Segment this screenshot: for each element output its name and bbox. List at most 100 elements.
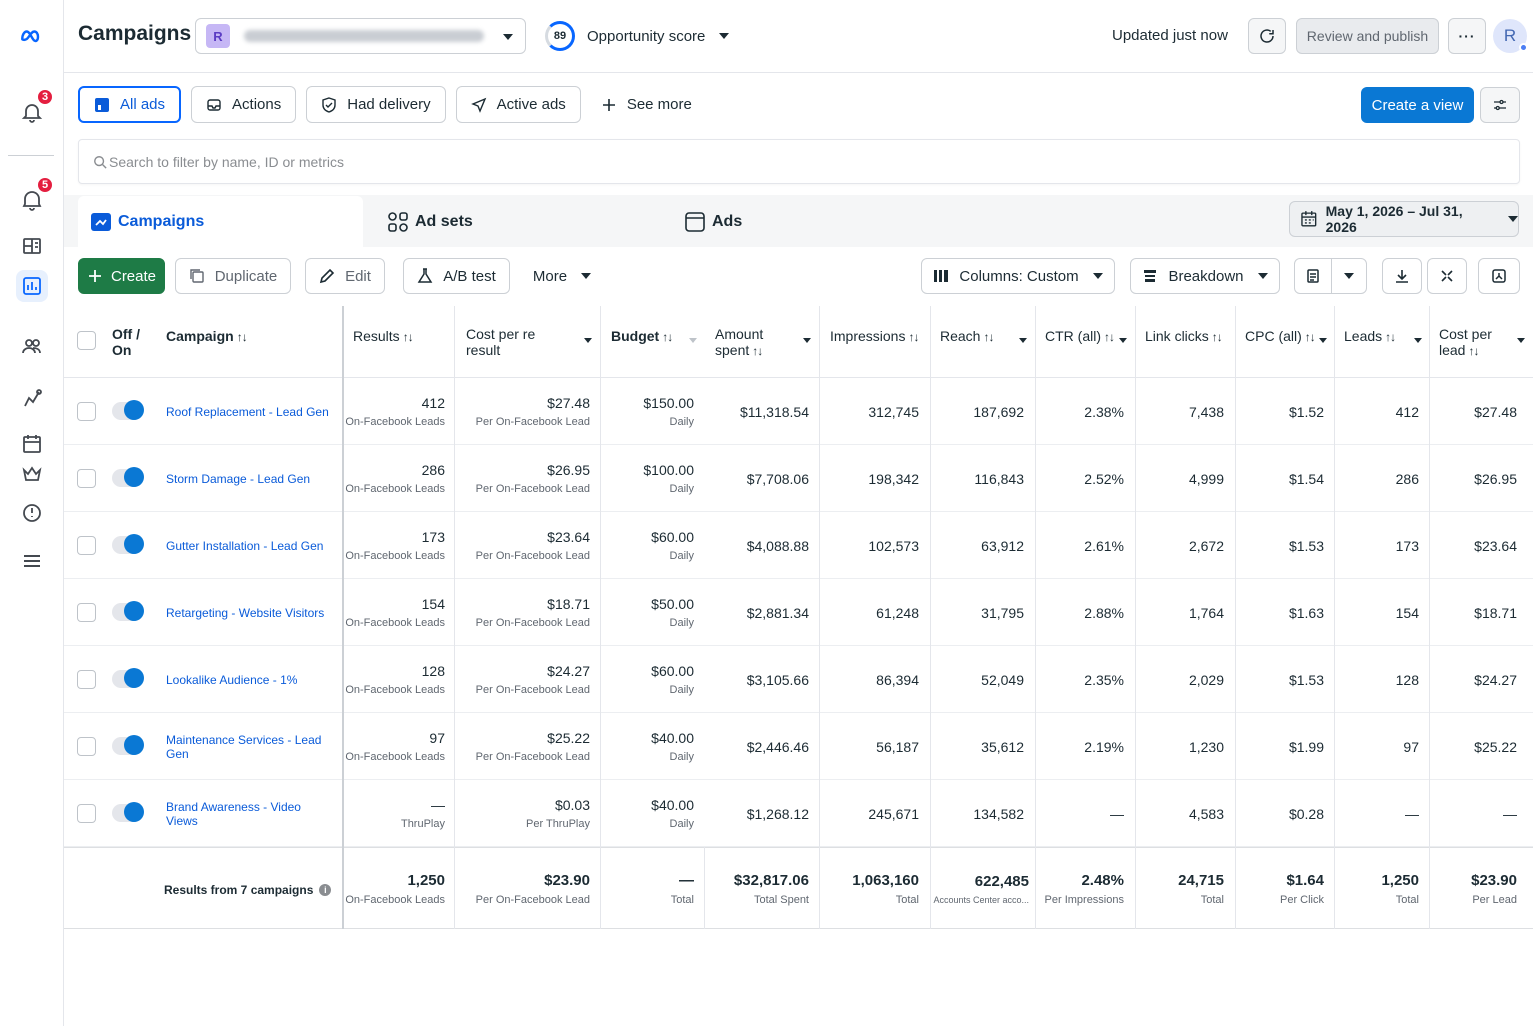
create-button[interactable]: Create: [78, 258, 165, 294]
header-campaign[interactable]: Campaign ↑↓: [156, 306, 342, 378]
ads-manager-icon[interactable]: [16, 270, 48, 302]
expand-button[interactable]: [1427, 258, 1467, 294]
cell-value: 128: [1395, 671, 1419, 688]
alerts-icon[interactable]: 5: [16, 176, 54, 216]
notifications-icon[interactable]: 3: [16, 88, 54, 128]
header-cost-per-result[interactable]: Cost per re result: [456, 306, 600, 378]
reports-button[interactable]: [1294, 258, 1332, 294]
view-settings-button[interactable]: [1480, 87, 1520, 123]
table-row[interactable]: Retargeting - Website Visitors 154 On-Face…: [64, 579, 1533, 646]
header-impressions[interactable]: Impressions ↑↓: [820, 306, 930, 378]
header-ctr[interactable]: CTR (all) ↑↓: [1035, 306, 1135, 378]
tab-campaigns[interactable]: Campaigns: [78, 196, 363, 247]
more-actions-dropdown[interactable]: More: [520, 258, 604, 294]
sort-icon: ↑↓: [402, 330, 414, 344]
header-cost-per-lead[interactable]: Cost per lead ↑↓: [1429, 306, 1533, 378]
create-view-button[interactable]: Create a view: [1361, 87, 1474, 123]
cell-reach: 35,612: [930, 713, 1035, 780]
row-checkbox[interactable]: [77, 670, 96, 689]
row-checkbox[interactable]: [77, 804, 96, 823]
table-row[interactable]: Gutter Installation - Lead Gen 173 On-Face…: [64, 512, 1533, 579]
campaign-toggle[interactable]: [112, 668, 144, 688]
row-checkbox[interactable]: [77, 603, 96, 622]
user-avatar[interactable]: R: [1493, 19, 1528, 53]
row-checkbox[interactable]: [77, 536, 96, 555]
meta-logo-icon[interactable]: [16, 20, 48, 52]
campaign-name-link[interactable]: Lookalike Audience - 1%: [166, 673, 297, 687]
filter-all-ads[interactable]: All ads: [78, 86, 182, 123]
total-ctr: 2.48% Per Impressions: [1035, 848, 1135, 930]
more-options-button[interactable]: ···: [1448, 18, 1486, 54]
ad-account-selector[interactable]: R: [195, 18, 526, 54]
cell-budget: $50.00 Daily: [601, 579, 705, 646]
opportunity-score-dropdown[interactable]: 89 Opportunity score: [545, 21, 730, 51]
chevron-down-icon: [719, 33, 730, 39]
refresh-button[interactable]: [1248, 18, 1286, 54]
edit-button[interactable]: Edit: [305, 258, 385, 294]
tab-ads[interactable]: Ads: [684, 196, 742, 247]
campaign-name-link[interactable]: Brand Awareness - Video Views: [166, 800, 331, 828]
charts-button[interactable]: [1478, 258, 1520, 294]
campaign-name-link[interactable]: Storm Damage - Lead Gen: [166, 472, 310, 486]
table-row[interactable]: Brand Awareness - Video Views — ThruPlay $0…: [64, 780, 1533, 847]
header-link-clicks[interactable]: Link clicks ↑↓: [1135, 306, 1235, 378]
select-all-checkbox[interactable]: [77, 331, 96, 350]
campaign-planner-icon[interactable]: [16, 382, 48, 414]
campaign-name-link[interactable]: Gutter Installation - Lead Gen: [166, 539, 323, 553]
columns-dropdown[interactable]: Columns: Custom: [921, 258, 1115, 294]
cell-leads: 286: [1334, 445, 1430, 512]
campaign-name-link[interactable]: Maintenance Services - Lead Gen: [166, 733, 331, 761]
reports-dropdown[interactable]: [1331, 258, 1367, 294]
more-actions-label: More: [532, 267, 568, 285]
filter-actions[interactable]: Actions: [191, 86, 297, 123]
table-row[interactable]: Maintenance Services - Lead Gen 97 On-Face…: [64, 713, 1533, 780]
review-and-publish-button[interactable]: Review and publish: [1296, 18, 1439, 54]
campaign-name-link[interactable]: Roof Replacement - Lead Gen: [166, 405, 329, 419]
brand-safety-icon[interactable]: [16, 458, 48, 490]
campaign-toggle[interactable]: [112, 467, 144, 487]
billing-icon[interactable]: [16, 497, 48, 529]
header-leads[interactable]: Leads ↑↓: [1334, 306, 1430, 378]
cell-value: $27.48: [547, 395, 590, 411]
row-checkbox[interactable]: [77, 402, 96, 421]
info-icon[interactable]: i: [319, 884, 332, 896]
duplicate-button[interactable]: Duplicate: [175, 258, 291, 294]
campaign-name-link[interactable]: Retargeting - Website Visitors: [166, 606, 324, 620]
campaign-toggle[interactable]: [112, 735, 144, 755]
cell-budget: $60.00 Daily: [601, 512, 705, 579]
date-range-picker[interactable]: May 1, 2026 – Jul 31, 2026: [1289, 201, 1519, 237]
campaign-toggle[interactable]: [112, 601, 144, 621]
search-input[interactable]: [109, 153, 1489, 170]
header-cpc[interactable]: CPC (all) ↑↓: [1235, 306, 1335, 378]
header-amount-spent[interactable]: Amount spent ↑↓: [705, 306, 819, 378]
filter-active-ads[interactable]: Active ads: [455, 86, 581, 123]
header-budget[interactable]: Budget ↑↓: [601, 306, 705, 378]
row-checkbox[interactable]: [77, 469, 96, 488]
filter-had-delivery[interactable]: Had delivery: [306, 86, 446, 123]
campaign-toggle[interactable]: [112, 400, 144, 420]
filter-actions-label: Actions: [232, 96, 282, 113]
header-reach[interactable]: Reach ↑↓: [930, 306, 1035, 378]
calendar-icon[interactable]: [16, 428, 48, 460]
row-checkbox[interactable]: [77, 737, 96, 756]
breakdown-dropdown[interactable]: Breakdown: [1130, 258, 1280, 294]
see-more-filters[interactable]: See more: [590, 86, 702, 123]
cell-value: 134,582: [973, 805, 1024, 822]
cell-impressions: 198,342: [820, 445, 930, 512]
cell-cpr: $23.64 Per On-Facebook Lead: [456, 512, 601, 579]
ab-test-button[interactable]: A/B test: [403, 258, 510, 294]
cell-cpl: $24.27: [1430, 646, 1533, 713]
campaign-toggle[interactable]: [112, 802, 144, 822]
table-row[interactable]: Storm Damage - Lead Gen 286 On-Facebook Le…: [64, 445, 1533, 512]
campaign-toggle[interactable]: [112, 534, 144, 554]
table-row[interactable]: Lookalike Audience - 1% 128 On-Facebook Le…: [64, 646, 1533, 713]
export-button[interactable]: [1382, 258, 1422, 294]
cell-value: 198,342: [868, 470, 919, 487]
tab-ad-sets[interactable]: Ad sets: [387, 196, 473, 247]
cell-value: $0.28: [1288, 805, 1324, 822]
table-row[interactable]: Roof Replacement - Lead Gen 412 On-Faceboo…: [64, 378, 1533, 445]
header-results[interactable]: Results ↑↓: [343, 306, 453, 378]
audiences-icon[interactable]: [16, 330, 48, 362]
all-tools-menu-icon[interactable]: [16, 545, 48, 577]
overview-icon[interactable]: [16, 230, 48, 262]
